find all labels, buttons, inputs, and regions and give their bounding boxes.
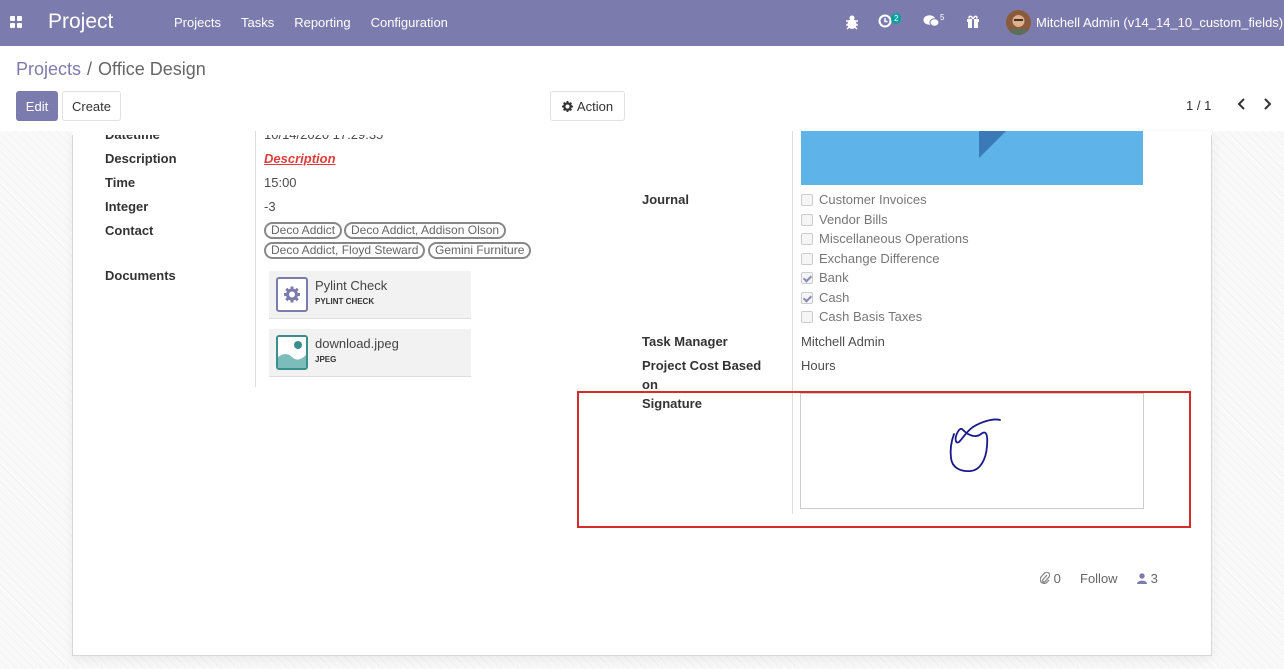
journal-option-label: Cash: [819, 290, 850, 305]
cover-image: [801, 131, 1143, 185]
user-menu[interactable]: Mitchell Admin (v14_14_10_custom_fields): [1036, 15, 1283, 30]
checkbox[interactable]: [801, 310, 813, 323]
checkbox[interactable]: [801, 213, 813, 226]
menu-projects[interactable]: Projects: [164, 15, 231, 30]
document-name: download.jpeg: [315, 336, 399, 351]
left-column-divider: [255, 131, 256, 387]
pager-value[interactable]: 1 / 1: [1186, 98, 1211, 113]
contact-tag[interactable]: Deco Addict, Addison Olson: [344, 222, 507, 239]
contact-tag[interactable]: Deco Addict: [264, 222, 343, 239]
breadcrumb-projects[interactable]: Projects: [16, 59, 81, 79]
description-value[interactable]: Description: [264, 151, 336, 166]
journal-option[interactable]: Miscellaneous Operations: [801, 231, 969, 246]
document-card[interactable]: Pylint Check PYLINT CHECK: [269, 271, 471, 319]
gear-icon: [276, 277, 308, 312]
document-name: Pylint Check: [315, 278, 388, 293]
journal-option-label: Miscellaneous Operations: [819, 231, 969, 246]
task-manager-value: Mitchell Admin: [801, 334, 885, 349]
cost-based-label: Project Cost Based: [642, 358, 762, 373]
messages-icon[interactable]: [923, 14, 940, 31]
menu-reporting[interactable]: Reporting: [284, 15, 360, 30]
description-label: Description: [105, 151, 177, 166]
action-button[interactable]: Action: [550, 91, 625, 121]
integer-label: Integer: [105, 199, 149, 214]
integer-value: -3: [264, 199, 276, 214]
checkbox-checked[interactable]: [801, 271, 813, 284]
gift-icon[interactable]: [966, 14, 980, 31]
image-icon: [276, 335, 308, 370]
bug-icon[interactable]: [845, 14, 859, 33]
gear-icon: [561, 100, 573, 112]
edit-button[interactable]: Edit: [16, 91, 58, 121]
checkbox[interactable]: [801, 193, 813, 206]
journal-option[interactable]: Customer Invoices: [801, 192, 927, 207]
journal-label: Journal: [642, 192, 689, 207]
document-type: JPEG: [315, 355, 337, 364]
journal-option-label: Bank: [819, 270, 849, 285]
follow-button[interactable]: Follow: [1080, 571, 1118, 586]
action-label: Action: [576, 98, 614, 114]
journal-option-label: Exchange Difference: [819, 251, 940, 266]
user-icon: [1137, 572, 1147, 587]
apps-menu-icon[interactable]: [10, 16, 22, 28]
user-avatar[interactable]: [1006, 10, 1031, 35]
main-menu: Projects Tasks Reporting Configuration: [164, 15, 458, 30]
journal-option-label: Customer Invoices: [819, 192, 927, 207]
checkbox[interactable]: [801, 252, 813, 265]
app-brand[interactable]: Project: [48, 10, 113, 34]
journal-option[interactable]: Cash: [801, 290, 849, 305]
paperclip-icon: [1039, 571, 1051, 587]
pager-next-icon[interactable]: [1263, 97, 1273, 116]
contact-label: Contact: [105, 223, 154, 238]
contact-tag[interactable]: Deco Addict, Floyd Steward: [264, 242, 426, 259]
followers-count: 3: [1150, 571, 1158, 586]
journal-option-label: Vendor Bills: [819, 212, 888, 227]
create-button[interactable]: Create: [62, 91, 121, 121]
documents-label: Documents: [105, 268, 176, 283]
contact-tag[interactable]: Gemini Furniture: [428, 242, 532, 259]
followers-counter[interactable]: 3: [1137, 571, 1158, 587]
breadcrumb-separator: /: [87, 59, 93, 79]
activity-count-badge: 2: [891, 13, 902, 24]
attachments-counter[interactable]: 0: [1039, 571, 1061, 587]
activity-clock-icon[interactable]: [878, 14, 892, 31]
checkbox-checked[interactable]: [801, 291, 813, 304]
attachments-count: 0: [1053, 571, 1061, 586]
journal-option-label: Cash Basis Taxes: [819, 309, 923, 324]
pager-previous-icon[interactable]: [1236, 97, 1246, 116]
checkbox[interactable]: [801, 232, 813, 245]
journal-option[interactable]: Exchange Difference: [801, 251, 939, 266]
document-card[interactable]: download.jpeg JPEG: [269, 329, 471, 377]
top-navbar: Project Projects Tasks Reporting Configu…: [0, 0, 1284, 46]
journal-option[interactable]: Bank: [801, 270, 849, 285]
highlight-box: [577, 391, 1191, 528]
time-value: 15:00: [264, 175, 297, 190]
document-type: PYLINT CHECK: [315, 297, 375, 306]
cost-based-value: Hours: [801, 358, 836, 373]
time-label: Time: [105, 175, 136, 190]
breadcrumb-current: Office Design: [98, 59, 206, 79]
menu-configuration[interactable]: Configuration: [361, 15, 458, 30]
journal-option[interactable]: Vendor Bills: [801, 212, 888, 227]
task-manager-label: Task Manager: [642, 334, 728, 349]
cost-based-label-continued: on: [642, 377, 658, 392]
journal-option[interactable]: Cash Basis Taxes: [801, 309, 922, 324]
breadcrumb: Projects / Office Design: [16, 59, 206, 80]
message-count-badge: 5: [940, 13, 945, 22]
menu-tasks[interactable]: Tasks: [231, 15, 284, 30]
